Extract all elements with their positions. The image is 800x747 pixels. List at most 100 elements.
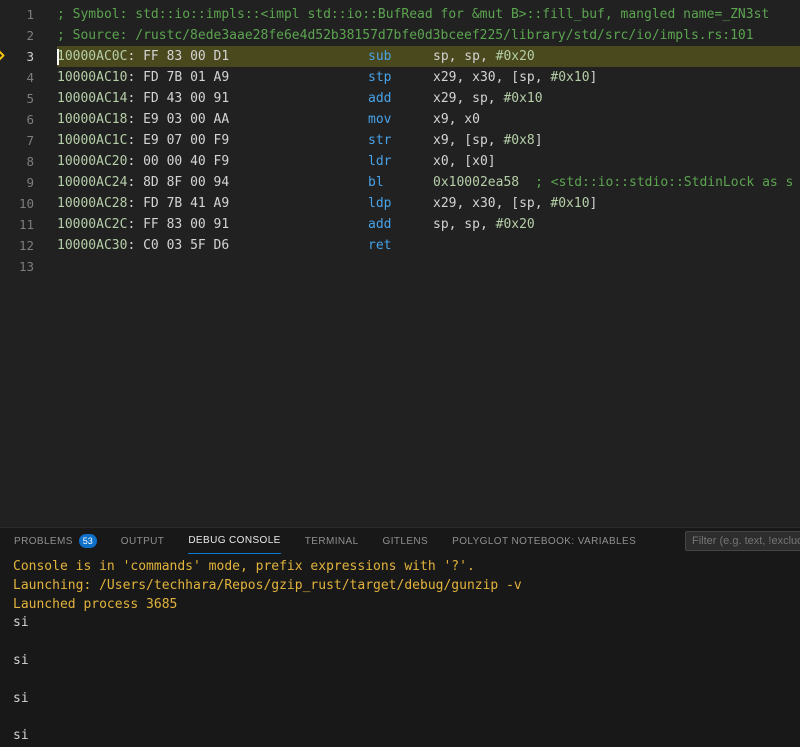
instruction-address: 10000AC30 — [57, 238, 127, 253]
line-number[interactable]: 1 — [0, 4, 34, 25]
panel-tab-output[interactable]: OUTPUT — [121, 528, 165, 554]
immediate-value: #0x10 — [503, 91, 542, 106]
debug-console-output[interactable]: Console is in 'commands' mode, prefix ex… — [0, 554, 800, 746]
console-line-text: Launching: /Users/techhara/Repos/gzip_ru… — [13, 578, 522, 593]
panel-tab-label: OUTPUT — [121, 536, 165, 547]
instruction-operands: x9, x0 — [433, 112, 480, 127]
line-number[interactable]: 3 — [0, 46, 34, 67]
console-line: Launched process 3685 — [13, 596, 800, 615]
instruction-comment: ; <std::io::stdio::StdinLock as s — [535, 175, 793, 190]
asm-line[interactable]: 12 10000AC30: C0 03 5F D6 ret — [0, 235, 800, 256]
address-separator: : — [127, 133, 143, 148]
immediate-value: #0x20 — [496, 49, 535, 64]
instruction-address: 10000AC14 — [57, 91, 127, 106]
line-number[interactable]: 10 — [0, 193, 34, 214]
line-number[interactable]: 11 — [0, 214, 34, 235]
instruction-operands: sp, sp, #0x20 — [433, 217, 535, 232]
panel-tab-problems[interactable]: PROBLEMS 53 — [14, 528, 97, 554]
line-content: ; Symbol: std::io::impls::<impl std::io:… — [57, 4, 800, 25]
panel-tab-terminal[interactable]: TERMINAL — [305, 528, 359, 554]
instruction-mnemonic: ldr — [368, 151, 391, 172]
instruction-address: 10000AC10 — [57, 70, 127, 85]
immediate-value: #0x10 — [550, 196, 589, 211]
bottom-panel: PROBLEMS 53 OUTPUT DEBUG CONSOLE TERMINA… — [0, 527, 800, 747]
comment-text: ; Symbol: std::io::impls::<impl std::io:… — [57, 4, 769, 25]
line-content: 10000AC20: 00 00 40 F9ldrx0, [x0] — [57, 151, 800, 172]
line-number[interactable]: 6 — [0, 109, 34, 130]
asm-line[interactable]: 3 10000AC0C: FF 83 00 D1subsp, sp, #0x20 — [0, 46, 800, 67]
problems-count-badge: 53 — [79, 534, 97, 548]
line-number[interactable]: 13 — [0, 256, 34, 277]
instruction-bytes: C0 03 5F D6 — [143, 238, 229, 253]
editor-line[interactable]: 1 ; Symbol: std::io::impls::<impl std::i… — [0, 4, 800, 25]
asm-line[interactable]: 7 10000AC1C: E9 07 00 F9strx9, [sp, #0x8… — [0, 130, 800, 151]
panel-tab-debug-console[interactable]: DEBUG CONSOLE — [188, 528, 280, 554]
instruction-bytes: 8D 8F 00 94 — [143, 175, 229, 190]
console-line: Console is in 'commands' mode, prefix ex… — [13, 558, 800, 577]
instruction-operands: x0, [x0] — [433, 154, 496, 169]
line-content: 10000AC0C: FF 83 00 D1subsp, sp, #0x20 — [57, 46, 800, 67]
line-number[interactable]: 5 — [0, 88, 34, 109]
line-number[interactable]: 12 — [0, 235, 34, 256]
address-separator: : — [127, 154, 143, 169]
instruction-bytes: E9 07 00 F9 — [143, 133, 229, 148]
line-content: 10000AC28: FD 7B 41 A9ldpx29, x30, [sp, … — [57, 193, 800, 214]
instruction-mnemonic: ret — [368, 235, 391, 256]
asm-line[interactable]: 8 10000AC20: 00 00 40 F9ldrx0, [x0] — [0, 151, 800, 172]
line-content: 10000AC2C: FF 83 00 91addsp, sp, #0x20 — [57, 214, 800, 235]
instruction-mnemonic: bl — [368, 172, 384, 193]
editor-line[interactable]: 2 ; Source: /rustc/8ede3aae28fe6e4d52b38… — [0, 25, 800, 46]
instruction-mnemonic: add — [368, 88, 391, 109]
asm-line[interactable]: 6 10000AC18: E9 03 00 AAmovx9, x0 — [0, 109, 800, 130]
asm-line[interactable]: 4 10000AC10: FD 7B 01 A9stpx29, x30, [sp… — [0, 67, 800, 88]
panel-tab-polyglot-notebook-variables[interactable]: POLYGLOT NOTEBOOK: VARIABLES — [452, 528, 636, 554]
console-line — [13, 633, 800, 652]
line-content: 10000AC14: FD 43 00 91addx29, sp, #0x10 — [57, 88, 800, 109]
asm-line[interactable]: 5 10000AC14: FD 43 00 91addx29, sp, #0x1… — [0, 88, 800, 109]
asm-line[interactable]: 10 10000AC28: FD 7B 41 A9ldpx29, x30, [s… — [0, 193, 800, 214]
line-number[interactable]: 2 — [0, 25, 34, 46]
instruction-operands: 0x10002ea58 — [433, 175, 519, 190]
instruction-address: 10000AC28 — [57, 196, 127, 211]
address-separator: : — [127, 238, 143, 253]
instruction-bytes: FD 7B 01 A9 — [143, 70, 229, 85]
console-line: si — [13, 690, 800, 709]
panel-tab-label: DEBUG CONSOLE — [188, 535, 280, 546]
line-number[interactable]: 8 — [0, 151, 34, 172]
console-line: si — [13, 614, 800, 633]
instruction-address: 10000AC20 — [57, 154, 127, 169]
panel-tab-gitlens[interactable]: GITLENS — [383, 528, 429, 554]
console-line-text: Console is in 'commands' mode, prefix ex… — [13, 559, 475, 574]
line-number[interactable]: 9 — [0, 172, 34, 193]
address-separator: : — [127, 175, 143, 190]
console-line — [13, 708, 800, 727]
instruction-bytes: FF 83 00 D1 — [143, 49, 229, 64]
instruction-address: 10000AC24 — [57, 175, 127, 190]
instruction-mnemonic: sub — [368, 46, 391, 67]
line-content: 10000AC30: C0 03 5F D6 ret — [57, 235, 800, 256]
line-number[interactable]: 4 — [0, 67, 34, 88]
instruction-mnemonic: stp — [368, 67, 391, 88]
line-content: 10000AC24: 8D 8F 00 94 bl 0x10002ea58 ; <st… — [57, 172, 800, 193]
instruction-bytes: FF 83 00 91 — [143, 217, 229, 232]
address-separator: : — [127, 217, 143, 232]
address-separator: : — [127, 112, 143, 127]
editor-line[interactable]: 13 — [0, 256, 800, 277]
panel-tab-label: PROBLEMS — [14, 536, 73, 547]
address-separator: : — [127, 70, 143, 85]
instruction-mnemonic: str — [368, 130, 391, 151]
console-line: Launching: /Users/techhara/Repos/gzip_ru… — [13, 577, 800, 596]
asm-line[interactable]: 9 10000AC24: 8D 8F 00 94 bl 0x10002ea58 ; <… — [0, 172, 800, 193]
console-line-text: si — [13, 728, 29, 743]
console-line — [13, 671, 800, 690]
comment-text: ; Source: /rustc/8ede3aae28fe6e4d52b3815… — [57, 25, 754, 46]
line-content — [57, 256, 800, 277]
address-separator: : — [127, 91, 143, 106]
instruction-address: 10000AC0C — [57, 49, 127, 64]
line-content: 10000AC18: E9 03 00 AAmovx9, x0 — [57, 109, 800, 130]
asm-line[interactable]: 11 10000AC2C: FF 83 00 91addsp, sp, #0x2… — [0, 214, 800, 235]
address-separator: : — [127, 49, 143, 64]
console-filter-input[interactable] — [685, 531, 800, 551]
line-number[interactable]: 7 — [0, 130, 34, 151]
instruction-mnemonic: mov — [368, 109, 391, 130]
